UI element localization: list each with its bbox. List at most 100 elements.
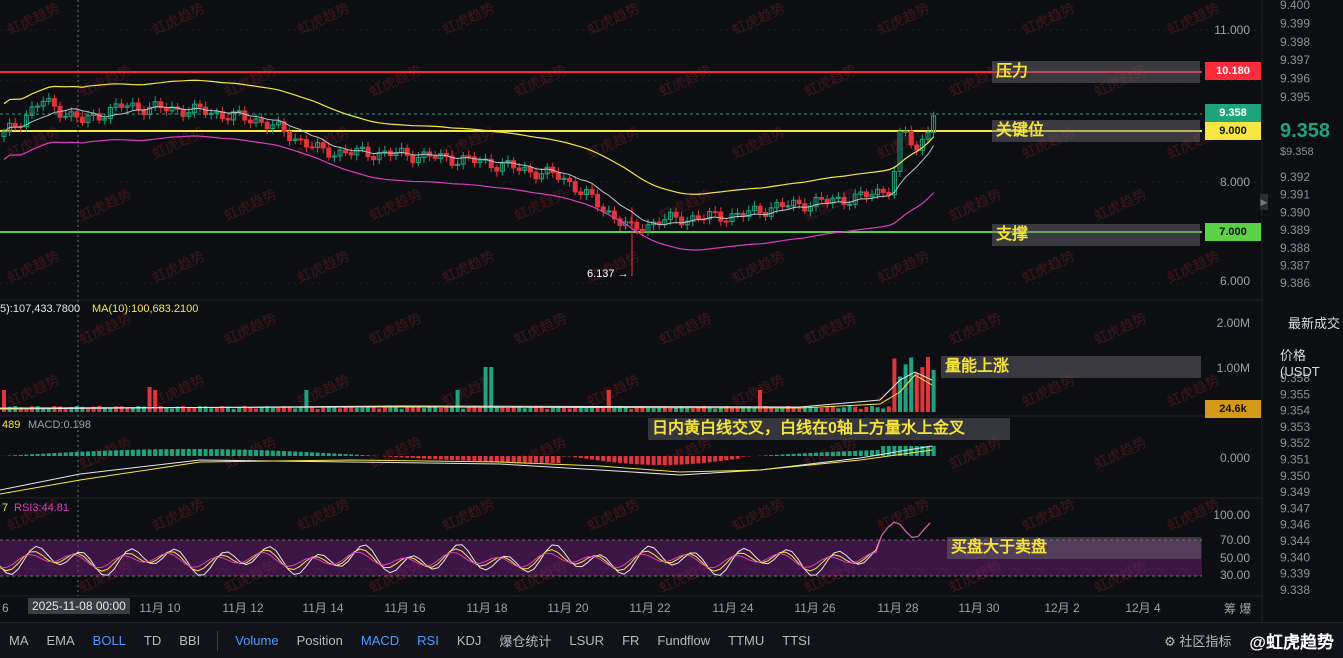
chart-canvas[interactable]: 虹虎趋势虹虎趋势虹虎趋势虹虎趋势虹虎趋势虹虎趋势虹虎趋势虹虎趋势虹虎趋势虹虎趋势…	[0, 0, 1343, 622]
macd-histogram-bar	[685, 456, 689, 464]
macd-histogram-bar	[232, 449, 236, 456]
macd-histogram-bar	[573, 456, 577, 457]
macd-histogram-bar	[170, 449, 174, 456]
sub-indicator-tab-3[interactable]: RSI	[408, 633, 448, 648]
macd-histogram-bar	[153, 449, 157, 456]
big-price: 9.358	[1280, 120, 1330, 143]
candle-body	[80, 117, 84, 122]
volume-bar	[159, 406, 163, 412]
macd-histogram-bar	[439, 456, 443, 459]
macd-histogram-bar	[887, 446, 891, 456]
volume-bar	[668, 408, 672, 412]
macd-histogram-bar	[713, 456, 717, 462]
volume-bar	[254, 408, 258, 412]
macd-histogram-bar	[825, 452, 829, 456]
sub-indicator-tab-6[interactable]: LSUR	[560, 633, 613, 648]
macd-histogram-bar	[69, 452, 73, 456]
macd-histogram-bar	[769, 455, 773, 456]
latest-trades-tab[interactable]: 最新成交	[1288, 313, 1340, 332]
macd-histogram-bar	[52, 453, 56, 456]
macd-histogram-bar	[562, 456, 566, 457]
volume-bar	[814, 408, 818, 412]
macd-histogram-bar	[786, 454, 790, 456]
candle-body	[736, 213, 740, 214]
macd-histogram-bar	[534, 456, 538, 463]
candle-body	[528, 167, 532, 172]
volume-bar	[590, 408, 594, 412]
volume-bar	[64, 409, 68, 412]
candle-body	[13, 123, 17, 126]
trade-price: 9.340	[1280, 550, 1310, 564]
crosshair-date: 2025-11-08 00:00	[28, 598, 130, 614]
sub-indicator-tab-9[interactable]: TTMU	[719, 633, 773, 648]
indicator-tab-boll[interactable]: BOLL	[84, 633, 135, 648]
volume-bar	[904, 364, 908, 412]
volume-bar	[461, 409, 465, 412]
orderbook-price: 9.391	[1280, 188, 1310, 202]
volume-bar	[299, 407, 303, 412]
macd-histogram-bar	[36, 454, 40, 456]
macd-histogram-bar	[450, 456, 454, 460]
trade-price: 9.339	[1280, 567, 1310, 581]
trade-price: 9.353	[1280, 420, 1310, 434]
candle-body	[495, 168, 499, 172]
volume-bar	[86, 409, 90, 412]
candle-body	[248, 120, 252, 123]
indicator-tab-ema[interactable]: EMA	[38, 633, 84, 648]
sub-indicator-tab-2[interactable]: MACD	[352, 633, 408, 648]
sub-indicator-tab-0[interactable]: Volume	[226, 633, 287, 648]
rsi-left-label: 7	[2, 502, 8, 514]
rsi-tick-label: 30.00	[1220, 568, 1250, 582]
community-indicators-button[interactable]: ⚙ 社区指标	[1155, 631, 1240, 650]
macd-histogram-bar	[495, 456, 499, 462]
macd-histogram-bar	[19, 455, 23, 456]
macd-histogram-bar	[422, 456, 426, 459]
macd-histogram-bar	[394, 456, 398, 457]
volume-bar	[629, 409, 633, 412]
volume-bar	[125, 408, 129, 412]
sub-indicator-tab-4[interactable]: KDJ	[448, 633, 491, 648]
macd-histogram-bar	[310, 452, 314, 456]
candle-body	[64, 116, 68, 117]
indicator-tab-bbi[interactable]: BBI	[170, 633, 209, 648]
volume-bar	[758, 390, 762, 412]
candle-body	[265, 122, 269, 128]
sub-indicator-tab-5[interactable]: 爆仓统计	[490, 631, 560, 650]
orderbook-price: 9.388	[1280, 241, 1310, 255]
sub-indicator-tab-8[interactable]: Fundflow	[648, 633, 719, 648]
volume-ma10-label: MA(10):100,683.2100	[92, 303, 198, 315]
macd-histogram-bar	[142, 450, 146, 456]
macd-histogram-bar	[870, 450, 874, 456]
volume-bar	[114, 406, 118, 412]
sub-indicator-tab-7[interactable]: FR	[613, 633, 648, 648]
indicator-tab-td[interactable]: TD	[135, 633, 170, 648]
macd-histogram-bar	[80, 452, 84, 456]
candle-body	[75, 112, 79, 117]
trade-price: 9.354	[1280, 404, 1310, 418]
candle-body	[288, 132, 292, 141]
macd-histogram-bar	[24, 455, 28, 456]
candle-body	[517, 168, 521, 170]
macd-histogram-bar	[820, 452, 824, 456]
macd-histogram-bar	[853, 451, 857, 456]
volume-bar	[607, 390, 611, 412]
trade-price: 9.344	[1280, 534, 1310, 548]
macd-histogram-bar	[780, 454, 784, 456]
macd-histogram-bar	[400, 456, 404, 457]
candle-body	[635, 222, 639, 229]
candle-body	[601, 207, 605, 211]
candle-body	[786, 206, 790, 207]
macd-histogram-bar	[836, 452, 840, 456]
sub-price: $9.358	[1280, 146, 1314, 158]
sub-indicator-tab-1[interactable]: Position	[288, 633, 352, 648]
date-axis-right-label: 筹 爆	[1224, 600, 1251, 617]
macd-histogram-bar	[691, 456, 695, 464]
sub-indicator-tab-10[interactable]: TTSI	[773, 633, 819, 648]
collapse-arrow-icon[interactable]: ▶	[1260, 194, 1268, 210]
volume-bar	[528, 407, 532, 412]
candle-body	[915, 145, 919, 150]
macd-histogram-bar	[237, 450, 241, 456]
candle-body	[310, 147, 314, 148]
volume-bar	[674, 408, 678, 412]
indicator-tab-ma[interactable]: MA	[0, 633, 38, 648]
